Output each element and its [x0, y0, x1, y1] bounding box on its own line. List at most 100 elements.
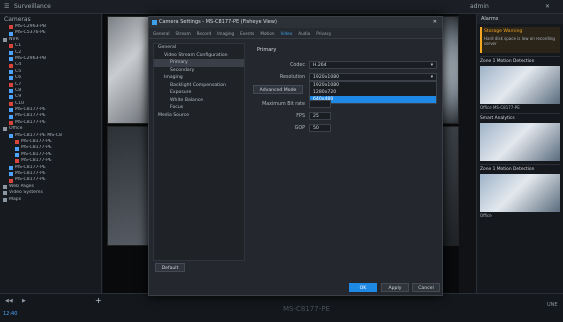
camera-icon: [9, 172, 13, 177]
ok-button[interactable]: OK: [349, 283, 377, 292]
camera-settings-dialog: Camera Settings - MS-C8177-PE (Fisheye V…: [148, 16, 443, 296]
app-menu-icon[interactable]: ☰: [4, 3, 9, 10]
rewind-icon[interactable]: ◀◀: [5, 298, 13, 304]
camera-icon: [9, 44, 13, 49]
user-status[interactable]: admin: [470, 3, 489, 10]
dialog-tab[interactable]: Imaging: [217, 31, 234, 36]
settings-nav-item[interactable]: Media Source: [154, 112, 244, 120]
dialog-tab[interactable]: Video: [281, 31, 293, 36]
time-label: 12:40: [3, 311, 18, 317]
event-thumbnail[interactable]: [480, 66, 560, 104]
settings-nav: General Video Stream Configuration Primary…: [153, 43, 245, 261]
dialog-close-icon[interactable]: ✕: [433, 17, 437, 28]
codec-label: Codec: [290, 63, 305, 68]
tree-header: Cameras: [4, 16, 31, 23]
dialog-tab[interactable]: Events: [240, 31, 254, 36]
event-title: Zone 1 Motion Detection: [480, 167, 535, 172]
camera-icon: [9, 114, 13, 119]
dialog-tab[interactable]: Motion: [260, 31, 274, 36]
event-title: Smart Analytics: [480, 116, 515, 121]
event-card[interactable]: Zone 1 Motion Detection Office: [480, 164, 560, 218]
group-title: Primary: [257, 47, 277, 53]
alert-text: Hard disk space is low on recording serv…: [484, 36, 555, 46]
event-card[interactable]: Smart Analytics: [480, 113, 560, 161]
cancel-button[interactable]: Cancel: [412, 283, 440, 292]
camera-tree: MS-C2963-PB MS-C5376-PE NVR C1 C2 MS-C2963-PB…: [0, 24, 101, 203]
codec-value: H.264: [313, 63, 327, 68]
play-icon[interactable]: ▶: [22, 298, 26, 304]
tree-item-label: MS-C5376-PE: [15, 30, 46, 36]
resolution-option[interactable]: 1280x720: [310, 89, 436, 96]
camera-icon: [9, 89, 13, 94]
camera-icon: [9, 63, 13, 68]
alert-title: Storage Warning: [484, 29, 523, 34]
dialog-tab[interactable]: General: [153, 31, 170, 36]
dialog-tab[interactable]: Record: [197, 31, 211, 36]
camera-icon: [15, 140, 19, 145]
event-thumbnail[interactable]: [480, 123, 560, 161]
app-menu[interactable]: Surveillance: [14, 3, 51, 10]
fps-value: 25: [313, 114, 319, 119]
fps-input[interactable]: 25: [309, 112, 331, 120]
settings-nav-item[interactable]: Secondary: [154, 67, 244, 75]
event-text: Office: [480, 213, 492, 218]
dialog-tab[interactable]: Stream: [176, 31, 191, 36]
settings-nav-item[interactable]: Primary: [154, 59, 244, 67]
camera-icon: [9, 76, 13, 81]
camera-icon: [9, 133, 13, 138]
camera-icon: [9, 178, 13, 183]
camera-icon: [9, 69, 13, 74]
dialog-title: Camera Settings - MS-C8177-PE (Fisheye V…: [159, 19, 277, 25]
dialog-tab[interactable]: Privacy: [316, 31, 331, 36]
camera-icon: [15, 159, 19, 164]
camera-icon: [15, 153, 19, 157]
chevron-down-icon: ▾: [430, 63, 433, 68]
gop-input[interactable]: 50: [309, 124, 331, 132]
chevron-down-icon: ▾: [430, 75, 433, 80]
camera-icon: [9, 50, 13, 55]
folder-icon: [3, 37, 7, 42]
event-thumbnail[interactable]: [480, 174, 560, 212]
settings-nav-item[interactable]: Imaging: [154, 74, 244, 82]
top-bar: ☰ Surveillance admin ✕: [0, 0, 563, 14]
resolution-value: 1920x1080: [313, 75, 340, 80]
camera-icon: [152, 20, 157, 25]
settings-nav-item[interactable]: Focus: [154, 104, 244, 112]
camera-icon: [9, 108, 13, 113]
tree-item[interactable]: Maps: [0, 197, 101, 203]
codec-select[interactable]: H.264 ▾: [309, 61, 437, 69]
close-icon[interactable]: ✕: [545, 3, 550, 10]
event-title: Zone 1 Motion Detection: [480, 59, 535, 64]
camera-icon: [9, 101, 13, 106]
event-card[interactable]: Zone 1 Motion Detection Office MS-C8177-P…: [480, 56, 560, 110]
tree-item-label: Maps: [9, 196, 22, 202]
bitrate-input[interactable]: [309, 100, 331, 108]
advanced-mode-button[interactable]: Advanced Mode: [253, 85, 303, 94]
settings-nav-item[interactable]: Video Stream Configuration: [154, 52, 244, 60]
camera-icon: [9, 95, 13, 100]
camera-icon: [15, 146, 19, 151]
settings-nav-item[interactable]: Exposure: [154, 89, 244, 97]
camera-icon: [9, 82, 13, 87]
camera-name-watermark: MS-C8177-PE: [283, 305, 330, 313]
bottom-toolbar: ◀◀ ▶ + 12:40 MS-C8177-PE UNE: [0, 293, 563, 322]
settings-nav-item[interactable]: White Balance: [154, 97, 244, 105]
folder-icon: [3, 127, 7, 132]
apply-button[interactable]: Apply: [381, 283, 409, 292]
alarm-header: Alarms: [477, 14, 563, 24]
default-button[interactable]: Default: [155, 263, 185, 272]
add-icon[interactable]: +: [95, 296, 102, 305]
settings-nav-item[interactable]: General: [154, 44, 244, 52]
settings-nav-item[interactable]: Backlight Compensation: [154, 82, 244, 90]
gop-label: GOP: [294, 126, 305, 131]
resolution-select[interactable]: 1920x1080 ▾: [309, 73, 437, 81]
resolution-option[interactable]: 1920x1080: [310, 82, 436, 89]
camera-icon: [9, 121, 13, 126]
dialog-tab[interactable]: Audio: [298, 31, 310, 36]
camera-icon: [9, 165, 13, 170]
dialog-titlebar: Camera Settings - MS-C8177-PE (Fisheye V…: [149, 17, 442, 28]
folder-icon: [3, 197, 7, 202]
camera-tree-panel: Cameras MS-C2963-PB MS-C5376-PE NVR C1 C2 MS-…: [0, 14, 102, 308]
alarm-panel: Alarms Storage Warning Hard disk space i…: [476, 14, 563, 308]
fps-label: FPS: [296, 114, 305, 119]
